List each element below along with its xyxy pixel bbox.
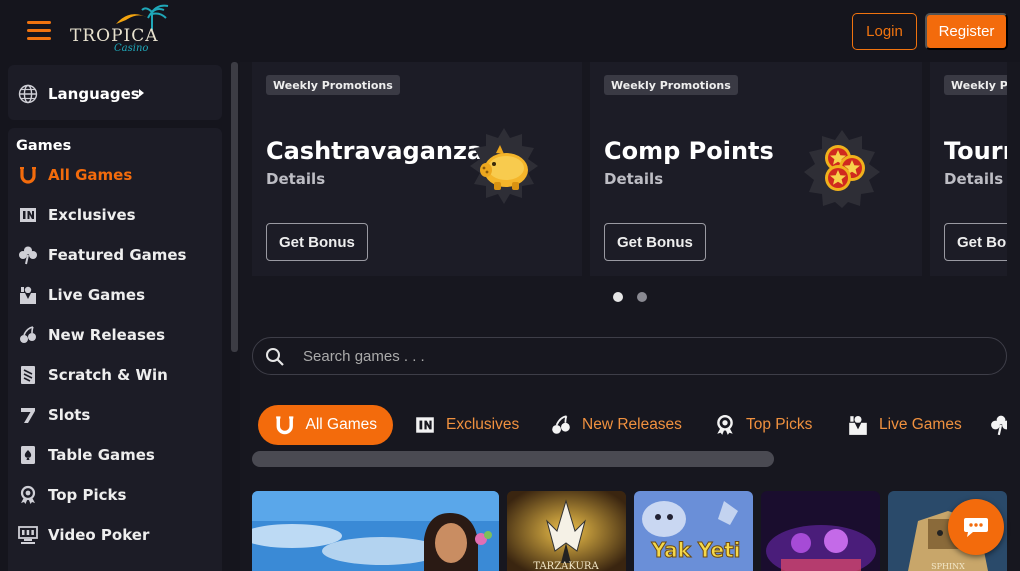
sidebar-item-featured-games[interactable]: Featured Games: [8, 238, 222, 272]
sidebar-item-new-releases[interactable]: New Releases: [8, 318, 222, 352]
promo-title: Cashtravaganza: [266, 137, 484, 165]
sidebar-item-label: Table Games: [48, 446, 155, 464]
tab-all-games[interactable]: All Games: [258, 405, 393, 445]
promo-card-tournament[interactable]: Weekly Promotions Tourn Details Get Bonu…: [930, 62, 1007, 276]
carousel-dot[interactable]: [637, 292, 647, 302]
game-thumbnail[interactable]: [761, 491, 880, 571]
logo-subtext: Casino: [114, 43, 149, 54]
caret-right-icon: [139, 89, 144, 97]
promo-details-link[interactable]: Details: [266, 170, 325, 188]
horseshoe-icon: [276, 416, 294, 435]
tropica-casino-logo[interactable]: TROPICA Casino: [68, 4, 172, 56]
tab-label: All Games: [305, 416, 378, 433]
promo-details-link[interactable]: Details: [944, 170, 1003, 188]
star-coins-icon: [804, 130, 880, 208]
promo-title: Tourn: [944, 137, 1007, 165]
tabs-scrollbar[interactable]: [252, 451, 774, 467]
sidebar-item-slots[interactable]: Slots: [8, 398, 222, 432]
games-nav: Games All Games Exclusives Featured Game…: [8, 128, 222, 571]
promo-title: Comp Points: [604, 137, 774, 165]
chat-bubble-icon: [964, 518, 988, 537]
game-thumbnail[interactable]: TARZAKURA: [507, 491, 626, 571]
carousel-dot-active[interactable]: [613, 292, 623, 302]
sidebar: Languages Games All Games Exclusives Fea…: [0, 62, 240, 571]
exclusive-badge-icon: [20, 208, 36, 222]
seven-icon: [21, 408, 35, 423]
tab-new-releases[interactable]: New Releases: [550, 405, 682, 445]
promo-tag: Weekly Promotions: [266, 75, 400, 95]
award-icon: [717, 414, 733, 435]
purple-game-thumbnail: [761, 491, 880, 571]
tab-label: Exclusives: [446, 416, 520, 433]
cherries-icon: [20, 326, 36, 343]
hamburger-menu-icon[interactable]: [27, 21, 51, 41]
languages-label: Languages: [48, 85, 140, 103]
dealer-icon: [849, 415, 867, 435]
game-title: SPHINX: [931, 562, 965, 571]
clover-icon: [19, 246, 37, 265]
category-tabs: All Games Exclusives New Releases Top Pi…: [252, 399, 1007, 451]
tab-featured-games[interactable]: [990, 405, 1007, 445]
sidebar-item-label: Exclusives: [48, 206, 136, 224]
get-bonus-button[interactable]: Get Bonus: [944, 223, 1007, 261]
sidebar-item-table-games[interactable]: Table Games: [8, 438, 222, 472]
search-input[interactable]: [303, 338, 993, 374]
sidebar-item-exclusives[interactable]: Exclusives: [8, 198, 222, 232]
tarzakura-game-thumbnail: TARZAKURA: [507, 491, 626, 571]
sidebar-item-live-games[interactable]: Live Games: [8, 278, 222, 312]
search-icon: [266, 348, 284, 366]
sidebar-item-label: Video Poker: [48, 526, 150, 544]
register-button[interactable]: Register: [925, 13, 1008, 50]
sidebar-item-video-poker[interactable]: Video Poker: [8, 518, 222, 552]
sidebar-item-label: Slots: [48, 406, 91, 424]
horseshoe-icon: [20, 167, 36, 184]
sidebar-item-label: Featured Games: [48, 246, 187, 264]
sidebar-scrollbar[interactable]: [231, 62, 238, 352]
languages-selector[interactable]: Languages: [8, 65, 222, 120]
tab-exclusives[interactable]: Exclusives: [414, 405, 519, 445]
tab-top-picks[interactable]: Top Picks: [714, 405, 812, 445]
exclusive-badge-icon: [416, 417, 434, 433]
cherries-icon: [552, 415, 570, 434]
get-bonus-button[interactable]: Get Bonus: [604, 223, 706, 261]
piggy-bank-icon: [470, 128, 538, 204]
sidebar-item-label: Top Picks: [48, 486, 127, 504]
card-spade-icon: [21, 446, 35, 464]
promo-tag: Weekly Promotions: [944, 75, 1007, 95]
game-title: TARZAKURA: [533, 561, 599, 571]
sidebar-item-label: Scratch & Win: [48, 366, 168, 384]
sidebar-item-label: All Games: [48, 166, 133, 184]
game-thumbnail[interactable]: Yak Yeti: [634, 491, 753, 571]
get-bonus-button[interactable]: Get Bonus: [266, 223, 368, 261]
games-section-title: Games: [16, 138, 72, 154]
promo-card-cashtravaganza[interactable]: Weekly Promotions Cashtravaganza Details…: [252, 62, 582, 276]
tab-live-games[interactable]: Live Games: [847, 405, 962, 445]
promo-card-comp-points[interactable]: Weekly Promotions Comp Points Details Ge…: [590, 62, 922, 276]
sidebar-item-label: New Releases: [48, 326, 165, 344]
award-icon: [20, 485, 36, 504]
sidebar-item-all-games[interactable]: All Games: [8, 158, 222, 192]
clover-icon: [991, 415, 1007, 436]
live-chat-button[interactable]: [948, 499, 1004, 555]
globe-icon: [18, 84, 38, 104]
tropical-woman-game-thumbnail: [252, 491, 499, 571]
game-title: Yak Yeti: [650, 538, 740, 562]
game-thumbnail[interactable]: [252, 491, 499, 571]
tab-label: Live Games: [879, 416, 962, 433]
dealer-icon: [20, 286, 36, 304]
login-button[interactable]: Login: [852, 13, 917, 50]
tab-label: New Releases: [582, 416, 682, 433]
sidebar-item-scratch-win[interactable]: Scratch & Win: [8, 358, 222, 392]
scratch-card-icon: [21, 366, 35, 384]
video-poker-icon: [18, 526, 38, 544]
tab-label: Top Picks: [746, 416, 813, 433]
search-bar[interactable]: [252, 337, 1007, 375]
top-header: TROPICA Casino Login Register: [0, 0, 1020, 62]
yak-yeti-game-thumbnail: Yak Yeti: [634, 491, 753, 571]
promo-tag: Weekly Promotions: [604, 75, 738, 95]
promo-details-link[interactable]: Details: [604, 170, 663, 188]
sidebar-item-label: Live Games: [48, 286, 146, 304]
sidebar-item-top-picks[interactable]: Top Picks: [8, 478, 222, 512]
